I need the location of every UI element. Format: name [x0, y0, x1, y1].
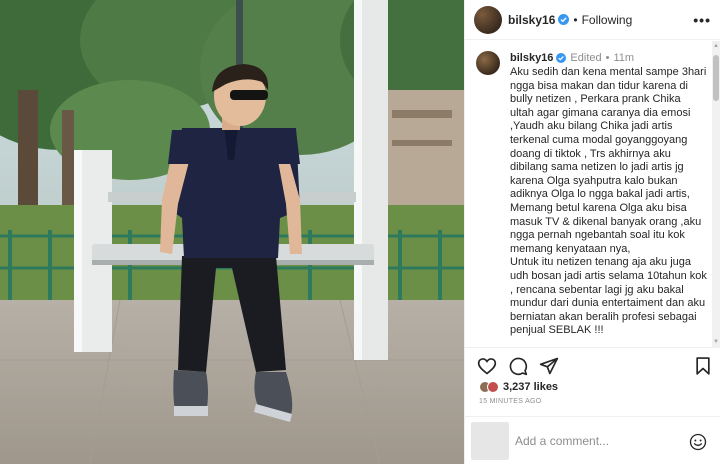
avatar[interactable] [474, 5, 502, 34]
likes-row[interactable]: 3,237 likes [479, 379, 558, 395]
caption-text: Aku sedih dan kena mental sampe 3hari ng… [510, 66, 707, 338]
username-link[interactable]: bilsky16 [508, 13, 555, 27]
following-button[interactable]: Following [582, 13, 633, 27]
paper-plane-icon[interactable] [539, 356, 559, 376]
caption-area: bilsky16 Edited • 11m Aku sedih dan kena… [465, 41, 713, 347]
post-photo-illustration [0, 0, 464, 464]
comment-bar [465, 416, 720, 464]
verified-badge-icon [556, 53, 567, 63]
caption-scrollbar[interactable]: ▲ ▼ [712, 41, 720, 347]
bookmark-icon[interactable] [693, 356, 713, 376]
likes-count[interactable]: 3,237 likes [503, 381, 558, 393]
action-bar [465, 347, 720, 381]
comment-input[interactable] [515, 433, 685, 448]
verified-badge-icon [558, 14, 570, 25]
caption-avatar[interactable] [476, 51, 500, 75]
comment-avatar-placeholder [471, 421, 509, 460]
smiley-icon[interactable] [689, 433, 707, 451]
post-timestamp[interactable]: 15 MINUTES AGO [479, 398, 542, 405]
liker-avatar [487, 381, 499, 393]
post-photo[interactable] [0, 0, 464, 464]
scrollbar-thumb[interactable] [713, 55, 719, 101]
caption-username[interactable]: bilsky16 [510, 52, 553, 64]
scroll-down-arrow-icon[interactable]: ▼ [713, 339, 719, 345]
scroll-up-arrow-icon[interactable]: ▲ [713, 43, 719, 49]
post-detail-panel: bilsky16 • Following ••• bilsky16 Edited… [464, 0, 720, 464]
post-header: bilsky16 • Following ••• [465, 0, 720, 40]
separator-dot: • [605, 52, 610, 64]
heart-icon[interactable] [477, 356, 497, 376]
edited-label: Edited [570, 52, 602, 64]
separator-dot: • [573, 12, 578, 27]
caption-time[interactable]: 11m [613, 52, 634, 64]
caption-paragraph: Aku sedih dan kena mental sampe 3hari ng… [510, 66, 707, 255]
comment-bubble-icon[interactable] [508, 356, 528, 376]
caption-header: bilsky16 Edited • 11m [510, 51, 707, 65]
caption-paragraph: Untuk itu netizen tenang aja aku juga ud… [510, 256, 707, 337]
more-options-icon[interactable]: ••• [693, 12, 711, 28]
